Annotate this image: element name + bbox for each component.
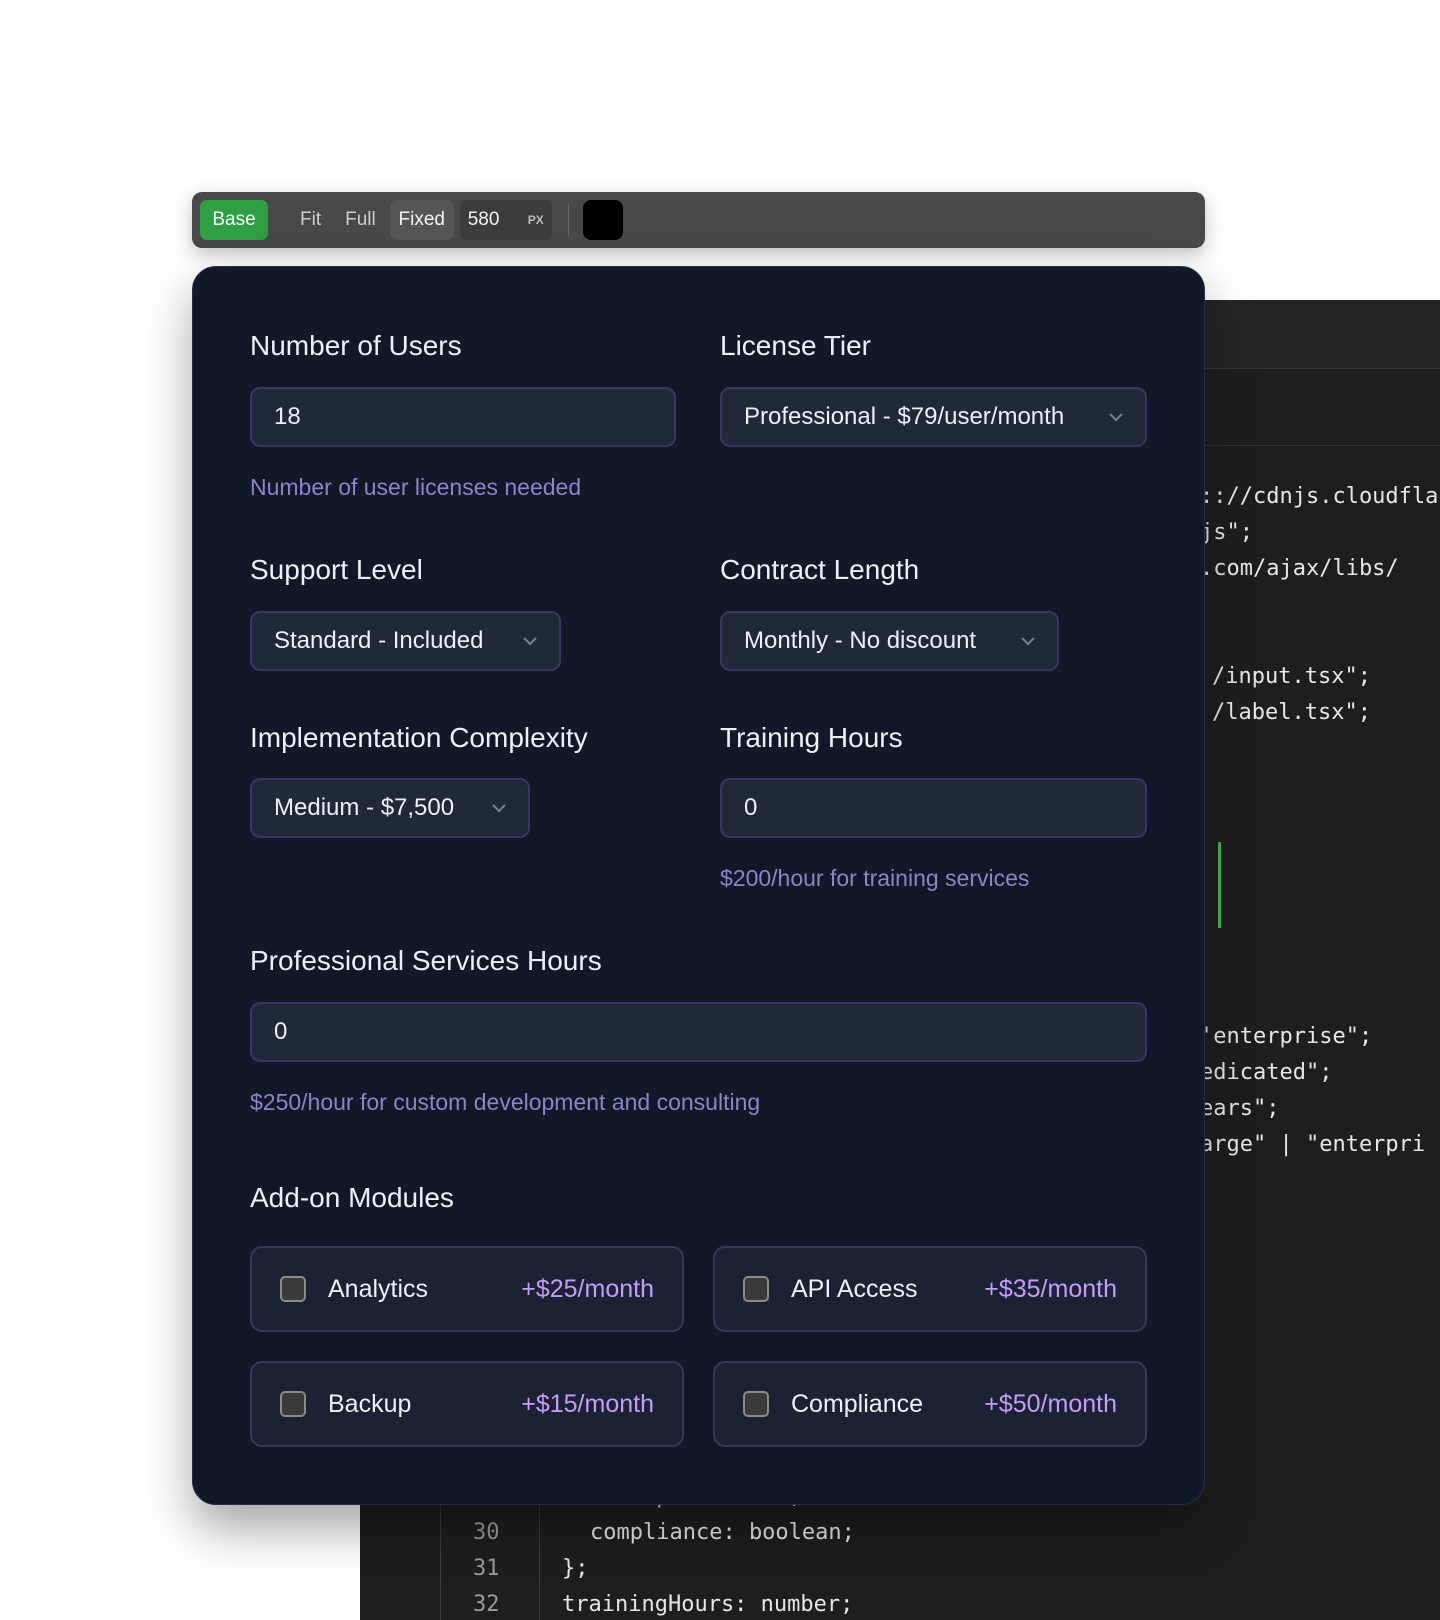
git-change-indicator bbox=[1218, 842, 1221, 928]
users-input[interactable]: 18 bbox=[250, 387, 676, 447]
implementation-value: Medium - $7,500 bbox=[274, 794, 455, 821]
license-tier-select[interactable]: Professional - $79/user/month bbox=[720, 387, 1147, 447]
addon-checkbox[interactable] bbox=[280, 1391, 306, 1417]
contract-length-value: Monthly - No discount bbox=[744, 627, 977, 654]
support-level-value: Standard - Included bbox=[274, 627, 484, 654]
pricing-form-panel: Number of Users 18 Number of user licens… bbox=[192, 266, 1205, 1505]
code-line: ears"; bbox=[1200, 1096, 1280, 1121]
users-value: 18 bbox=[274, 403, 301, 430]
code-line: :://cdnjs.cloudfla bbox=[1200, 484, 1439, 509]
code-line: trainingHours: number; bbox=[562, 1592, 854, 1617]
base-button[interactable]: Base bbox=[200, 200, 268, 240]
implementation-select[interactable]: Medium - $7,500 bbox=[250, 778, 530, 838]
pro-services-value: 0 bbox=[274, 1018, 288, 1045]
code-line: /input.tsx"; bbox=[1212, 664, 1371, 689]
training-hours-label: Training Hours bbox=[720, 722, 903, 753]
addon-price: +$15/month bbox=[521, 1389, 654, 1418]
users-hint: Number of user licenses needed bbox=[250, 474, 582, 500]
chevron-down-icon bbox=[521, 632, 539, 650]
addon-compliance[interactable]: Compliance +$50/month bbox=[713, 1361, 1147, 1447]
width-value: 580 bbox=[467, 209, 500, 230]
addon-name: Backup bbox=[328, 1389, 412, 1418]
background-color-swatch[interactable] bbox=[582, 200, 623, 240]
users-label: Number of Users bbox=[250, 330, 462, 361]
width-input[interactable]: 580 PX bbox=[459, 200, 552, 240]
addon-checkbox[interactable] bbox=[743, 1391, 769, 1417]
support-level-label: Support Level bbox=[250, 554, 423, 585]
license-tier-label: License Tier bbox=[720, 330, 871, 361]
addon-name: API Access bbox=[791, 1274, 918, 1303]
line-number: 31 bbox=[473, 1556, 500, 1581]
code-line: edicated"; bbox=[1200, 1060, 1333, 1085]
addon-name: Compliance bbox=[791, 1389, 924, 1418]
contract-length-select[interactable]: Monthly - No discount bbox=[720, 611, 1059, 671]
line-number: 30 bbox=[473, 1520, 500, 1545]
pro-services-hint: $250/hour for custom development and con… bbox=[250, 1089, 761, 1115]
chevron-down-icon bbox=[490, 799, 508, 817]
fixed-button[interactable]: Fixed bbox=[389, 200, 454, 240]
code-line: js"; bbox=[1200, 520, 1253, 545]
addon-checkbox[interactable] bbox=[280, 1276, 306, 1302]
code-line: arge" | "enterpri bbox=[1200, 1132, 1426, 1157]
addon-price: +$35/month bbox=[984, 1274, 1117, 1303]
addon-price: +$25/month bbox=[521, 1274, 654, 1303]
chevron-down-icon bbox=[1107, 408, 1125, 426]
addon-analytics[interactable]: Analytics +$25/month bbox=[250, 1246, 684, 1332]
addon-price: +$50/month bbox=[984, 1389, 1117, 1418]
addon-api-access[interactable]: API Access +$35/month bbox=[713, 1246, 1147, 1332]
code-line: 'enterprise"; bbox=[1200, 1024, 1373, 1049]
addon-checkbox[interactable] bbox=[743, 1276, 769, 1302]
chevron-down-icon bbox=[1019, 632, 1037, 650]
contract-length-label: Contract Length bbox=[720, 554, 920, 585]
code-line: /label.tsx"; bbox=[1212, 700, 1371, 725]
training-hours-input[interactable]: 0 bbox=[720, 778, 1147, 838]
addon-name: Analytics bbox=[328, 1274, 429, 1303]
pro-services-label: Professional Services Hours bbox=[250, 945, 602, 976]
license-tier-value: Professional - $79/user/month bbox=[744, 403, 1065, 430]
implementation-label: Implementation Complexity bbox=[250, 722, 588, 753]
full-button[interactable]: Full bbox=[335, 200, 386, 240]
line-number: 32 bbox=[473, 1592, 500, 1617]
support-level-select[interactable]: Standard - Included bbox=[250, 611, 561, 671]
fit-button[interactable]: Fit bbox=[290, 200, 331, 240]
code-line: }; bbox=[562, 1556, 589, 1581]
preview-toolbar: Base Fit Full Fixed 580 PX bbox=[192, 192, 1205, 248]
code-line: .com/ajax/libs/ bbox=[1200, 556, 1399, 581]
addons-title: Add-on Modules bbox=[250, 1182, 454, 1213]
addon-backup[interactable]: Backup +$15/month bbox=[250, 1361, 684, 1447]
code-line: compliance: boolean; bbox=[590, 1520, 855, 1545]
pro-services-input[interactable]: 0 bbox=[250, 1002, 1147, 1062]
width-unit: PX bbox=[527, 213, 544, 227]
training-hours-hint: $200/hour for training services bbox=[720, 865, 1030, 891]
toolbar-divider bbox=[567, 203, 569, 237]
training-hours-value: 0 bbox=[744, 794, 758, 821]
